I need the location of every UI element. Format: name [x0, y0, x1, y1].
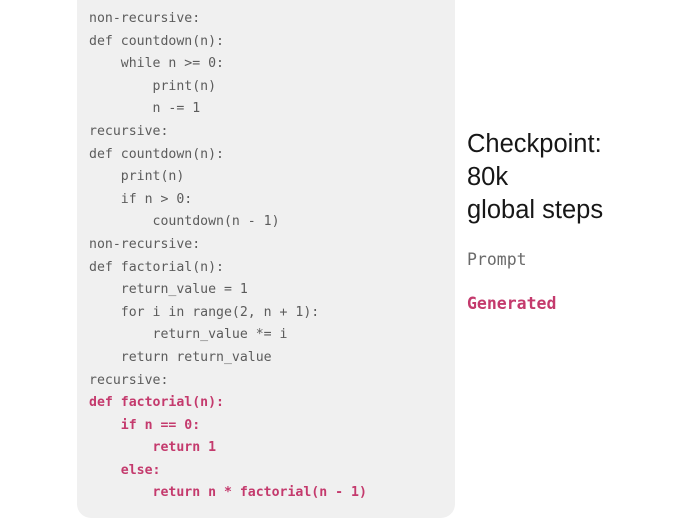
- code-line-prompt: def countdown(n):: [89, 33, 224, 49]
- code-line-prompt: non-recursive:: [89, 236, 201, 252]
- code-line-prompt: n -= 1: [89, 101, 201, 117]
- legend-prompt-label: Prompt: [467, 250, 527, 269]
- code-line-generated: else:: [89, 462, 161, 478]
- code-line-generated: return 1: [89, 440, 217, 456]
- code-line-prompt: recursive:: [89, 123, 169, 139]
- legend-generated-label: Generated: [467, 294, 557, 313]
- code-line-prompt: while n >= 0:: [89, 56, 224, 72]
- code-line-prompt: def factorial(n):: [89, 259, 224, 275]
- code-line-prompt: print(n): [89, 78, 217, 94]
- code-line-prompt: return_value = 1: [89, 282, 248, 298]
- code-line-prompt: recursive:: [89, 372, 169, 388]
- code-line-generated: return n * factorial(n - 1): [89, 485, 367, 501]
- code-line-prompt: def countdown(n):: [89, 146, 224, 162]
- code-line-prompt: for i in range(2, n + 1):: [89, 304, 320, 320]
- legend-panel: Checkpoint: 80k global steps Prompt Gene…: [467, 128, 673, 315]
- code-line-prompt: return return_value: [89, 349, 272, 365]
- screenshot-root: non-recursive: def countdown(n): while n …: [0, 0, 679, 524]
- code-line-prompt: non-recursive:: [89, 11, 201, 26]
- code-line-prompt: return_value *= i: [89, 327, 288, 343]
- code-line-generated: def factorial(n):: [89, 395, 224, 411]
- code-line-prompt: if n > 0:: [89, 191, 193, 207]
- code-line-prompt: countdown(n - 1): [89, 214, 280, 230]
- code-line-generated: if n == 0:: [89, 417, 201, 433]
- code-block: non-recursive: def countdown(n): while n …: [89, 8, 455, 505]
- code-sample-card: non-recursive: def countdown(n): while n …: [77, 0, 455, 518]
- checkpoint-title: Checkpoint: 80k global steps: [467, 130, 604, 224]
- code-line-prompt: print(n): [89, 169, 185, 185]
